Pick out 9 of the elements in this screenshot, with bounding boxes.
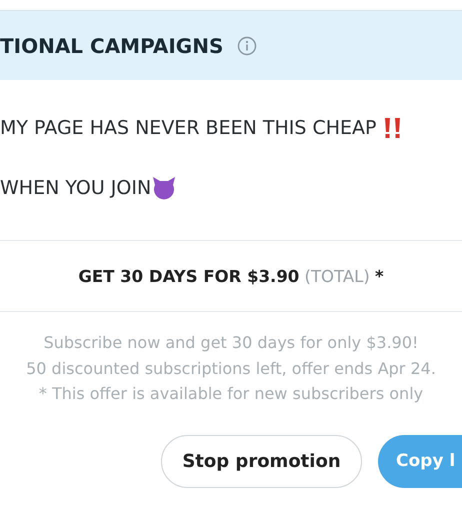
section-title: TIONAL CAMPAIGNS [0,34,224,58]
offer-description: Subscribe now and get 30 days for only $3.90! [44,333,418,352]
stop-promotion-button[interactable]: Stop promotion [161,434,362,488]
offer-description: * This offer is available for new subscribers only [38,384,424,403]
message-text: WHEN YOU JOIN [0,177,152,199]
offer-title: GET 30 DAYS FOR $3.90 (TOTAL) * [78,266,384,286]
info-icon[interactable] [237,36,258,56]
message-text: MY PAGE HAS NEVER BEEN THIS CHEAP [0,117,376,139]
offer-description: 50 discounted subscriptions left, offer ends Apr 24. [26,358,436,378]
